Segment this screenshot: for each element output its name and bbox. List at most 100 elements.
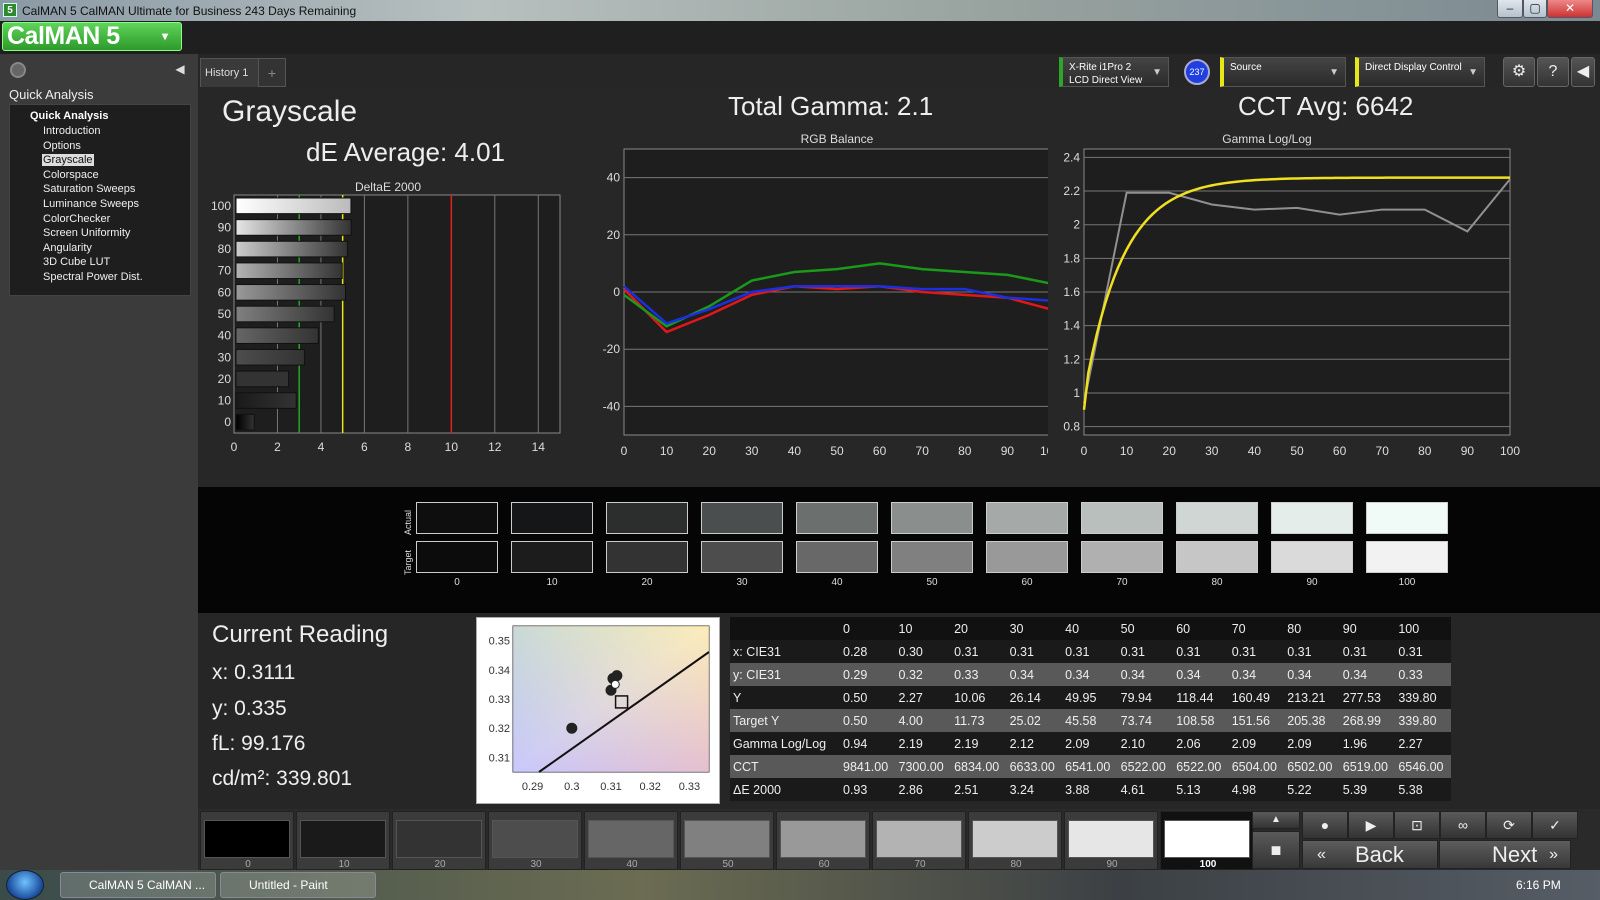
patch-button[interactable]: 90: [1064, 811, 1158, 870]
y-tick-label: 1: [1073, 386, 1080, 400]
table-row: Gamma Log/Log 0.94 2.19 2.19 2.12 2.09 2.10 2.0…: [730, 732, 1451, 755]
actual-swatch: [1176, 502, 1258, 534]
column-header: 50: [1117, 617, 1174, 640]
target-row-label: Target: [403, 549, 413, 575]
x-tick-label: 10: [660, 444, 674, 458]
table-cell: 2.19: [951, 732, 1007, 755]
patch-button[interactable]: 40: [584, 811, 678, 870]
patch-button[interactable]: 100: [1160, 811, 1254, 870]
table-cell: 118.44: [1173, 686, 1229, 709]
sidebar-item-grayscale[interactable]: Grayscale: [42, 153, 190, 168]
x-tick-label: 0.31: [600, 781, 621, 793]
patch-button[interactable]: 70: [872, 811, 966, 870]
y-tick-label: 20: [218, 372, 232, 386]
x-tick-label: 90: [1461, 444, 1475, 458]
sidebar-item-saturation-sweeps[interactable]: Saturation Sweeps: [42, 182, 190, 197]
meter-selector[interactable]: X-Rite i1Pro 2 LCD Direct View ▼: [1059, 57, 1169, 87]
x-tick-label: 10: [445, 440, 459, 454]
measure-range-icon[interactable]: ⊡: [1394, 811, 1440, 839]
patch-button[interactable]: 30: [488, 811, 582, 870]
collapse-right-icon[interactable]: ◀: [1571, 57, 1595, 87]
next-button[interactable]: Next »: [1439, 840, 1571, 869]
patch-swatch: [492, 820, 578, 858]
column-header: 10: [895, 617, 952, 640]
help-icon[interactable]: ?: [1537, 57, 1569, 87]
display-control-selector[interactable]: Direct Display Control ▼: [1355, 57, 1485, 87]
table-cell: 11.73: [951, 709, 1007, 732]
target-swatch: [796, 541, 878, 573]
chart-area: Grayscale dE Average: 4.01 Total Gamma: …: [198, 87, 1600, 487]
y-tick-label: 1.6: [1063, 285, 1080, 299]
add-tab-button[interactable]: +: [258, 58, 286, 87]
up-arrow-icon[interactable]: ▲: [1252, 811, 1300, 829]
tree-group-quick-analysis[interactable]: Quick Analysis: [30, 109, 190, 124]
sidebar-item-colorspace[interactable]: Colorspace: [42, 168, 190, 183]
patch-button[interactable]: 20: [392, 811, 486, 870]
sidebar-item-angularity[interactable]: Angularity: [42, 241, 190, 256]
table-cell: 0.31: [951, 640, 1007, 663]
table-cell: 6522.00: [1117, 755, 1174, 778]
close-icon[interactable]: ✕: [1547, 0, 1593, 18]
refresh-icon[interactable]: ⟳: [1486, 811, 1532, 839]
bar: [235, 284, 346, 301]
sidebar-item-options[interactable]: Options: [42, 139, 190, 154]
calman-logo-button[interactable]: CalMAN 5 ▾: [2, 22, 182, 51]
column-header: 0: [840, 617, 896, 640]
patch-swatch: [588, 820, 674, 858]
table-cell: 6504.00: [1228, 755, 1285, 778]
back-button[interactable]: « Back: [1302, 840, 1438, 869]
table-cell: 0.34: [1006, 663, 1063, 686]
patch-button[interactable]: 0: [200, 811, 294, 870]
sidebar-item-introduction[interactable]: Introduction: [42, 124, 190, 139]
workflow-orb-icon[interactable]: [10, 62, 26, 78]
x-tick-label: 0.33: [679, 781, 700, 793]
source-selector[interactable]: Source ▼: [1220, 57, 1346, 87]
play-icon[interactable]: ▶: [1348, 811, 1394, 839]
table-cell: 4.98: [1228, 778, 1285, 801]
patch-button[interactable]: 50: [680, 811, 774, 870]
x-tick-label: 30: [1205, 444, 1219, 458]
taskbar-paint[interactable]: Untitled - Paint: [220, 872, 376, 898]
gear-icon[interactable]: ⚙: [1503, 57, 1535, 87]
rgb-balance-chart: RGB Balance 40 20 0 -20 -40 0 10 20 30 40 50 60 70 80 9…: [603, 132, 1048, 458]
y-tick-label: 1.4: [1063, 319, 1080, 333]
sidebar-item-spectral-power-dist[interactable]: Spectral Power Dist.: [42, 270, 190, 285]
y-tick-label: -40: [603, 399, 621, 413]
swatch-label: 90: [1306, 577, 1318, 588]
table-cell: 2.09: [1228, 732, 1285, 755]
minimize-icon[interactable]: –: [1497, 0, 1523, 18]
sidebar-item-3d-cube-lut[interactable]: 3D Cube LUT: [42, 255, 190, 270]
tab-history-1[interactable]: History 1: [200, 58, 260, 87]
taskbar-calman[interactable]: CalMAN 5 CalMAN ...: [60, 872, 216, 898]
x-tick-label: 0.3: [564, 781, 579, 793]
patch-button[interactable]: 60: [776, 811, 870, 870]
sidebar-item-screen-uniformity[interactable]: Screen Uniformity: [42, 226, 190, 241]
maximize-icon[interactable]: ▢: [1523, 0, 1547, 18]
y-tick-label: 1.2: [1063, 352, 1080, 366]
y-tick-label: 0: [613, 285, 620, 299]
table-cell: 5.38: [1395, 778, 1451, 801]
chart-title: Gamma Log/Log: [1222, 132, 1311, 146]
sidebar-item-luminance-sweeps[interactable]: Luminance Sweeps: [42, 197, 190, 212]
target-swatch: [1081, 541, 1163, 573]
x-tick-label: 12: [488, 440, 502, 454]
bar: [235, 305, 335, 323]
stop-measure-icon[interactable]: ●: [1302, 811, 1348, 839]
clock: 6:16 PM: [1516, 878, 1561, 892]
table-cell: 0.34: [1117, 663, 1174, 686]
continuous-icon[interactable]: ∞: [1440, 811, 1486, 839]
gamma-chart: Gamma Log/Log 2.4 2.2 2 1.8 1.6 1.4 1.2 1 0.80 10 2…: [1063, 132, 1520, 458]
actual-swatch: [986, 502, 1068, 534]
start-button[interactable]: [6, 870, 44, 900]
sidebar-item-colorchecker[interactable]: ColorChecker: [42, 212, 190, 227]
table-row: y: CIE31 0.29 0.32 0.33 0.34 0.34 0.34 0.34 0.34…: [730, 663, 1451, 686]
collapse-sidebar-icon[interactable]: ◀: [172, 62, 188, 78]
table-header-row: 0 10 20 30 40 50 60 70 80 90 100: [730, 617, 1451, 640]
patch-button[interactable]: 80: [968, 811, 1062, 870]
table-cell: 2.51: [951, 778, 1007, 801]
stop-icon[interactable]: ■: [1252, 831, 1300, 869]
check-icon[interactable]: ✓: [1532, 811, 1578, 839]
workflow-tree: Quick Analysis Introduction Options Graysc…: [9, 104, 191, 296]
meter-badge[interactable]: 237: [1184, 59, 1210, 85]
patch-button[interactable]: 10: [296, 811, 390, 870]
